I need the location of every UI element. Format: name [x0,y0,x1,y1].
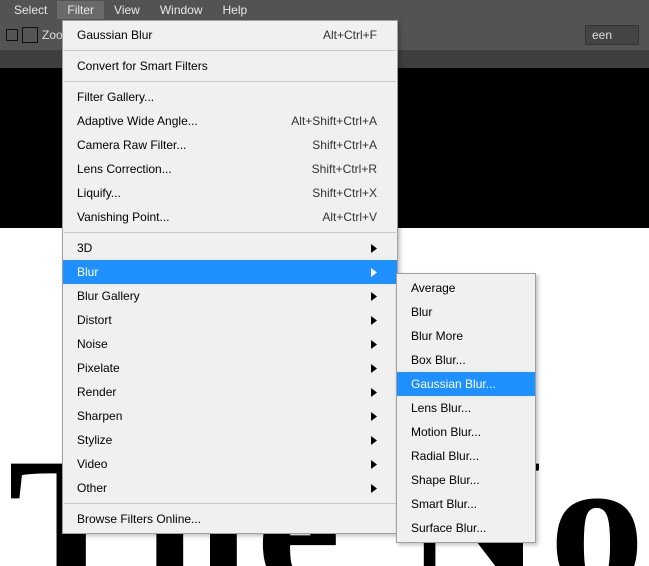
submenu-arrow-icon [371,292,377,301]
menu-window[interactable]: Window [150,1,213,19]
blur-item-shape-blur[interactable]: Shape Blur... [397,468,535,492]
filter-category-sharpen[interactable]: Sharpen [63,404,397,428]
filter-item[interactable]: Adaptive Wide Angle...Alt+Shift+Ctrl+A [63,109,397,133]
submenu-arrow-icon [371,316,377,325]
filter-category-other[interactable]: Other [63,476,397,500]
submenu-arrow-icon [371,436,377,445]
blur-item-radial-blur[interactable]: Radial Blur... [397,444,535,468]
menu-filter[interactable]: Filter [57,1,104,19]
blur-item-blur[interactable]: Blur [397,300,535,324]
blur-item-box-blur[interactable]: Box Blur... [397,348,535,372]
submenu-arrow-icon [371,460,377,469]
filter-category-blur-gallery[interactable]: Blur Gallery [63,284,397,308]
submenu-arrow-icon [371,412,377,421]
filter-item[interactable]: Lens Correction...Shift+Ctrl+R [63,157,397,181]
blur-item-gaussian-blur[interactable]: Gaussian Blur... [397,372,535,396]
filter-category-render[interactable]: Render [63,380,397,404]
blur-item-surface-blur[interactable]: Surface Blur... [397,516,535,540]
filter-item[interactable]: Liquify...Shift+Ctrl+X [63,181,397,205]
filter-browse-online[interactable]: Browse Filters Online... [63,507,397,531]
filter-category-stylize[interactable]: Stylize [63,428,397,452]
blur-submenu: AverageBlurBlur MoreBox Blur...Gaussian … [396,273,536,543]
filter-category-video[interactable]: Video [63,452,397,476]
filter-convert-smart[interactable]: Convert for Smart Filters [63,54,397,78]
menu-separator [64,81,396,82]
menu-help[interactable]: Help [213,1,258,19]
screen-mode-select[interactable]: een [585,25,639,45]
submenu-arrow-icon [371,268,377,277]
submenu-arrow-icon [371,484,377,493]
filter-category-3d[interactable]: 3D [63,236,397,260]
submenu-arrow-icon [371,244,377,253]
filter-reapply-last[interactable]: Gaussian Blur Alt+Ctrl+F [63,23,397,47]
filter-category-noise[interactable]: Noise [63,332,397,356]
submenu-arrow-icon [371,388,377,397]
filter-menu: Gaussian Blur Alt+Ctrl+F Convert for Sma… [62,20,398,534]
filter-category-blur[interactable]: Blur [63,260,397,284]
blur-item-blur-more[interactable]: Blur More [397,324,535,348]
options-toggle-icon[interactable] [6,29,18,41]
menubar: Select Filter View Window Help [0,0,649,20]
blur-item-smart-blur[interactable]: Smart Blur... [397,492,535,516]
filter-item[interactable]: Vanishing Point...Alt+Ctrl+V [63,205,397,229]
submenu-arrow-icon [371,340,377,349]
menu-view[interactable]: View [104,1,150,19]
menu-separator [64,50,396,51]
filter-category-distort[interactable]: Distort [63,308,397,332]
blur-item-lens-blur[interactable]: Lens Blur... [397,396,535,420]
filter-item[interactable]: Camera Raw Filter...Shift+Ctrl+A [63,133,397,157]
menu-select[interactable]: Select [4,1,57,19]
zoom-checkbox[interactable] [22,27,38,43]
filter-item[interactable]: Filter Gallery... [63,85,397,109]
filter-category-pixelate[interactable]: Pixelate [63,356,397,380]
blur-item-motion-blur[interactable]: Motion Blur... [397,420,535,444]
menu-separator [64,232,396,233]
blur-item-average[interactable]: Average [397,276,535,300]
menu-separator [64,503,396,504]
submenu-arrow-icon [371,364,377,373]
